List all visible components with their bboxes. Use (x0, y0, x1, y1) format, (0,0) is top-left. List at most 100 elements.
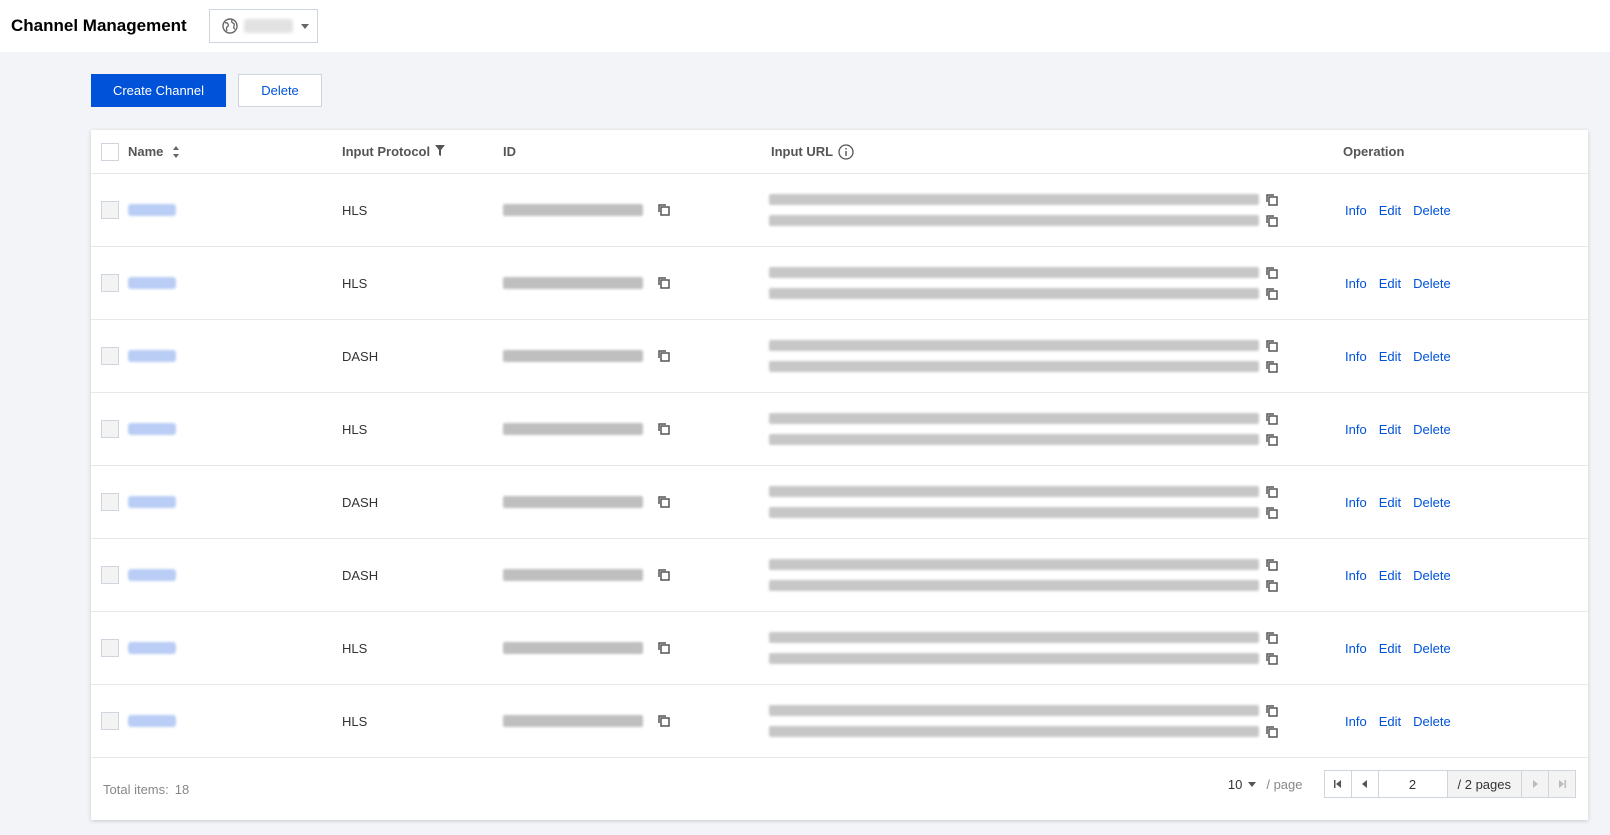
info-link[interactable]: Info (1345, 349, 1367, 364)
edit-link[interactable]: Edit (1379, 203, 1401, 218)
input-url-redacted (769, 559, 1259, 570)
region-select[interactable] (208, 9, 318, 43)
column-header-id: ID (503, 144, 516, 159)
copy-icon[interactable] (1265, 485, 1279, 499)
delete-button[interactable]: Delete (238, 74, 322, 107)
info-link[interactable]: Info (1345, 203, 1367, 218)
copy-icon[interactable] (1265, 360, 1279, 374)
prev-page-button[interactable] (1350, 770, 1379, 798)
info-link[interactable]: Info (1345, 276, 1367, 291)
edit-link[interactable]: Edit (1379, 422, 1401, 437)
first-page-button[interactable] (1323, 770, 1352, 798)
filter-icon[interactable] (435, 144, 446, 156)
channel-id-redacted (503, 642, 643, 654)
edit-link[interactable]: Edit (1379, 276, 1401, 291)
copy-icon[interactable] (657, 495, 671, 509)
copy-icon[interactable] (1265, 558, 1279, 572)
copy-icon[interactable] (1265, 652, 1279, 666)
edit-link[interactable]: Edit (1379, 568, 1401, 583)
channel-name-link-redacted[interactable] (128, 277, 176, 289)
channel-name-link-redacted[interactable] (128, 423, 176, 435)
chevron-left-icon (1361, 780, 1367, 788)
copy-icon[interactable] (1265, 631, 1279, 645)
channel-name-link-redacted[interactable] (128, 642, 176, 654)
delete-link[interactable]: Delete (1413, 422, 1451, 437)
input-url-redacted (769, 194, 1259, 205)
copy-icon[interactable] (1265, 725, 1279, 739)
row-checkbox[interactable] (101, 201, 119, 219)
copy-icon[interactable] (1265, 266, 1279, 280)
input-url-redacted (769, 434, 1259, 445)
edit-link[interactable]: Edit (1379, 714, 1401, 729)
edit-link[interactable]: Edit (1379, 495, 1401, 510)
copy-icon[interactable] (1265, 287, 1279, 301)
last-page-icon (1559, 780, 1566, 788)
delete-link[interactable]: Delete (1413, 276, 1451, 291)
channel-table-card: Name Input Protocol ID Input URL Operati… (91, 130, 1588, 820)
select-all-checkbox[interactable] (101, 142, 119, 161)
info-link[interactable]: Info (1345, 422, 1367, 437)
delete-link[interactable]: Delete (1413, 349, 1451, 364)
page-number-input[interactable] (1377, 770, 1448, 798)
delete-link[interactable]: Delete (1413, 714, 1451, 729)
copy-icon[interactable] (1265, 433, 1279, 447)
channel-id-redacted (503, 569, 643, 581)
info-circle-icon[interactable] (838, 143, 854, 160)
copy-icon[interactable] (657, 641, 671, 655)
row-checkbox[interactable] (101, 347, 119, 365)
row-checkbox[interactable] (101, 493, 119, 511)
input-url-redacted (769, 632, 1259, 643)
delete-link[interactable]: Delete (1413, 568, 1451, 583)
edit-link[interactable]: Edit (1379, 349, 1401, 364)
info-link[interactable]: Info (1345, 568, 1367, 583)
total-items-label: Total items: (103, 781, 169, 797)
copy-icon[interactable] (657, 276, 671, 290)
channel-name-link-redacted[interactable] (128, 350, 176, 362)
table-footer: Total items: 18 10 / page / 2 pages (91, 758, 1588, 820)
copy-icon[interactable] (1265, 579, 1279, 593)
row-checkbox[interactable] (101, 274, 119, 292)
delete-link[interactable]: Delete (1413, 495, 1451, 510)
channel-id-redacted (503, 496, 643, 508)
input-protocol: HLS (342, 421, 368, 437)
channel-name-link-redacted[interactable] (128, 496, 176, 508)
row-checkbox[interactable] (101, 420, 119, 438)
info-link[interactable]: Info (1345, 641, 1367, 656)
row-checkbox[interactable] (101, 712, 119, 730)
copy-icon[interactable] (657, 568, 671, 582)
channel-id-redacted (503, 423, 643, 435)
sort-icon[interactable] (172, 145, 180, 158)
copy-icon[interactable] (1265, 193, 1279, 207)
copy-icon[interactable] (657, 422, 671, 436)
copy-icon[interactable] (1265, 704, 1279, 718)
delete-link[interactable]: Delete (1413, 641, 1451, 656)
info-link[interactable]: Info (1345, 714, 1367, 729)
column-header-name[interactable]: Name (128, 144, 163, 159)
table-body: HLS Info Edit Delete HLS Info Edit Delete DASH In… (91, 174, 1588, 758)
copy-icon[interactable] (1265, 214, 1279, 228)
row-checkbox[interactable] (101, 639, 119, 657)
table-row: HLS Info Edit Delete (91, 174, 1588, 247)
delete-link[interactable]: Delete (1413, 203, 1451, 218)
channel-name-link-redacted[interactable] (128, 715, 176, 727)
channel-name-link-redacted[interactable] (128, 569, 176, 581)
copy-icon[interactable] (1265, 506, 1279, 520)
globe-icon (222, 18, 238, 34)
channel-id-redacted (503, 350, 643, 362)
channel-name-link-redacted[interactable] (128, 204, 176, 216)
total-pages-label: / 2 pages (1446, 770, 1522, 798)
input-url-redacted (769, 340, 1259, 351)
row-checkbox[interactable] (101, 566, 119, 584)
next-page-button[interactable] (1521, 770, 1549, 798)
create-channel-button[interactable]: Create Channel (91, 74, 226, 107)
input-url-redacted (769, 267, 1259, 278)
edit-link[interactable]: Edit (1379, 641, 1401, 656)
copy-icon[interactable] (1265, 412, 1279, 426)
info-link[interactable]: Info (1345, 495, 1367, 510)
copy-icon[interactable] (657, 349, 671, 363)
copy-icon[interactable] (1265, 339, 1279, 353)
page-size-select[interactable]: 10 (1228, 777, 1257, 792)
last-page-button[interactable] (1548, 770, 1576, 798)
copy-icon[interactable] (657, 203, 671, 217)
copy-icon[interactable] (657, 714, 671, 728)
